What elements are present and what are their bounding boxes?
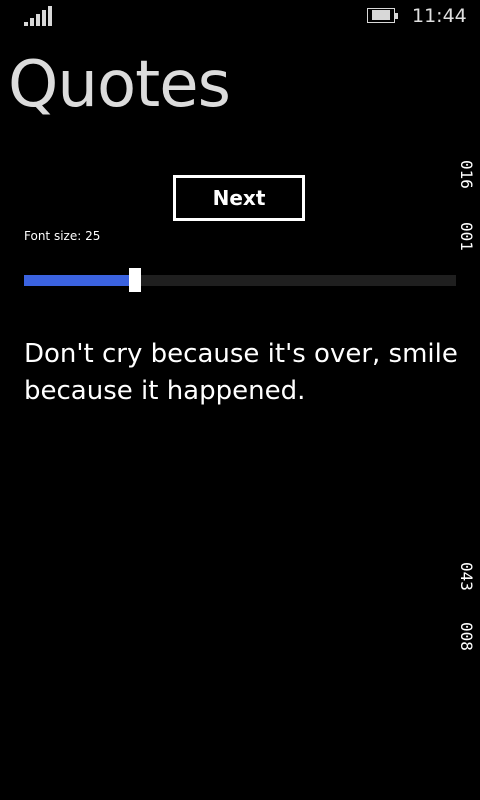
frame-rate-counter: 001	[457, 222, 476, 251]
frame-rate-counter: 008	[457, 622, 476, 651]
page-title: Quotes	[8, 48, 231, 122]
battery-charging-icon	[367, 8, 401, 25]
quote-text: Don't cry because it's over, smile becau…	[24, 339, 458, 406]
status-time: 11:44	[412, 5, 467, 27]
frame-rate-counter: 043	[457, 562, 476, 591]
slider-thumb[interactable]	[129, 268, 141, 292]
next-button[interactable]: Next	[173, 175, 305, 221]
font-size-slider[interactable]	[24, 268, 456, 292]
font-size-label: Font size: 25	[24, 229, 101, 243]
signal-strength-icon	[24, 6, 54, 26]
frame-rate-counter: 016	[457, 160, 476, 189]
slider-fill	[24, 275, 129, 286]
status-bar: 11:44	[0, 0, 480, 32]
